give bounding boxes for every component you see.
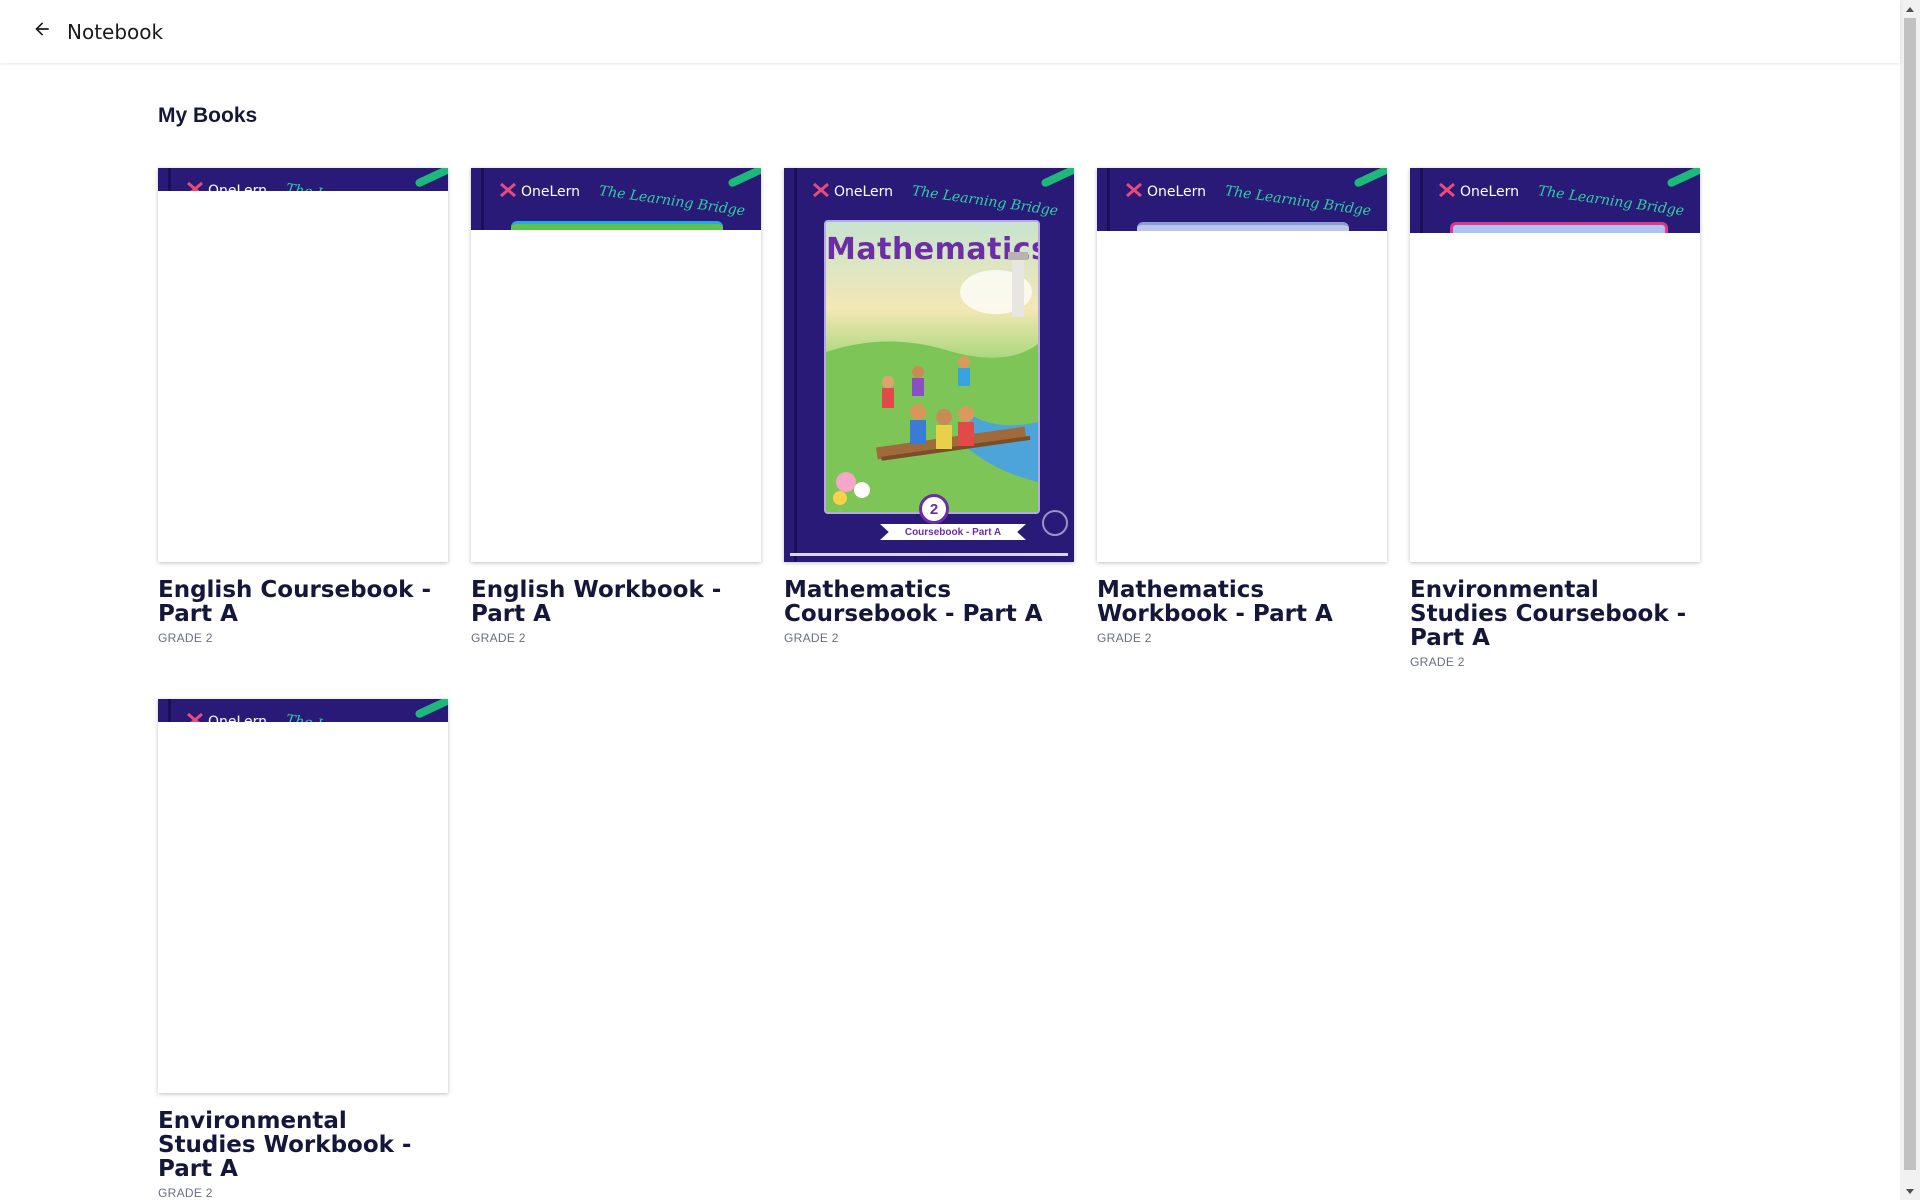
book-card[interactable]: OneLern The Learning Bridge Environmenta… [1410,168,1700,669]
book-grade: GRADE 2 [158,631,213,645]
onelern-logo: OneLern [186,181,267,191]
onelern-logo: OneLern [1125,182,1206,202]
brand-tagline: The Learning Bridge [910,183,1059,220]
onelern-mark-icon [186,712,204,722]
arrow-left-icon [32,19,52,44]
onelern-logo: OneLern [186,712,267,722]
book-grade: GRADE 2 [1097,631,1152,645]
cover-header-band: OneLern The Learning Bridge [158,168,448,191]
book-title[interactable]: Mathematics Coursebook - Part A [784,578,1074,626]
vertical-scrollbar[interactable] [1900,0,1920,1200]
back-button[interactable] [22,12,62,52]
book-cover[interactable]: OneLern The Learning Bridge [158,699,448,1093]
book-grade: GRADE 2 [471,631,526,645]
book-title[interactable]: English Workbook - Part A [471,578,761,626]
grade-number-badge: 2 [919,494,949,524]
pencil-decoration [1666,168,1700,189]
cover-header-band: OneLern The Learning Bridge [1097,168,1387,231]
book-cover[interactable]: OneLern The Learning Bridge [471,168,761,562]
park-scene-illustration [826,252,1038,512]
book-cover[interactable]: OneLern The Learning Bridge [1097,168,1387,562]
scroll-up-arrow-icon[interactable] [1900,0,1920,17]
cover-art-frame [1450,222,1668,233]
mathematics-cover-art: OneLern The Learning Bridge Mathematics [784,168,1074,562]
onelern-mark-icon [1438,182,1456,202]
book-grade: GRADE 2 [784,631,839,645]
pencil-decoration [1040,168,1074,189]
onelern-mark-icon [1125,182,1143,202]
onelern-logo: OneLern [812,182,893,202]
book-title[interactable]: Environmental Studies Coursebook - Part … [1410,578,1700,650]
book-cover[interactable]: OneLern The Learning Bridge [1410,168,1700,562]
book-grade: GRADE 2 [1410,655,1465,669]
cover-art-frame [511,221,723,230]
book-grade: GRADE 2 [158,1186,213,1200]
pencil-decoration [414,699,448,720]
book-card[interactable]: OneLern The Learning Bridge English Cour… [158,168,448,645]
cover-art-frame [1137,222,1349,231]
cover-illustration: Mathematics [824,220,1040,514]
certification-seal-icon [1042,510,1068,536]
book-title[interactable]: Environmental Studies Workbook - Part A [158,1109,448,1181]
pencil-decoration [727,168,761,189]
brand-tagline: The Learning Bridge [285,181,433,191]
book-title[interactable]: English Coursebook - Part A [158,578,448,626]
book-card[interactable]: OneLern The Learning Bridge Mathematics [784,168,1074,645]
pencil-decoration [414,168,448,189]
scrollbar-thumb[interactable] [1904,18,1916,1170]
book-cover[interactable]: OneLern The Learning Bridge [158,168,448,562]
scroll-down-arrow-icon[interactable] [1900,1183,1920,1200]
book-card[interactable]: OneLern The Learning Bridge Environmenta… [158,699,448,1200]
cover-header-band: OneLern The Learning Bridge [158,699,448,722]
cover-header-band: OneLern The Learning Bridge [471,168,761,230]
book-card[interactable]: OneLern The Learning Bridge Mathematics … [1097,168,1387,645]
onelern-logo: OneLern [1438,182,1519,202]
section-title: My Books [158,104,258,127]
edition-ribbon: Coursebook - Part A [880,524,1026,540]
notebook-page: Notebook My Books OneLern The Learning B… [0,0,1920,1200]
onelern-mark-icon [812,182,830,202]
onelern-mark-icon [499,182,517,202]
page-title: Notebook [67,19,164,44]
onelern-logo: OneLern [499,182,580,202]
brand-tagline: The Learning Bridge [597,183,746,220]
top-app-bar: Notebook [0,0,1900,63]
book-title[interactable]: Mathematics Workbook - Part A [1097,578,1387,626]
book-card[interactable]: OneLern The Learning Bridge English Work… [471,168,761,645]
brand-tagline: The Learning Bridge [285,712,433,722]
brand-tagline: The Learning Bridge [1223,183,1372,220]
book-cover[interactable]: OneLern The Learning Bridge Mathematics [784,168,1074,562]
brand-tagline: The Learning Bridge [1536,183,1685,220]
cover-header-band: OneLern The Learning Bridge [1410,168,1700,233]
pencil-decoration [1353,168,1387,189]
onelern-mark-icon [186,181,204,191]
